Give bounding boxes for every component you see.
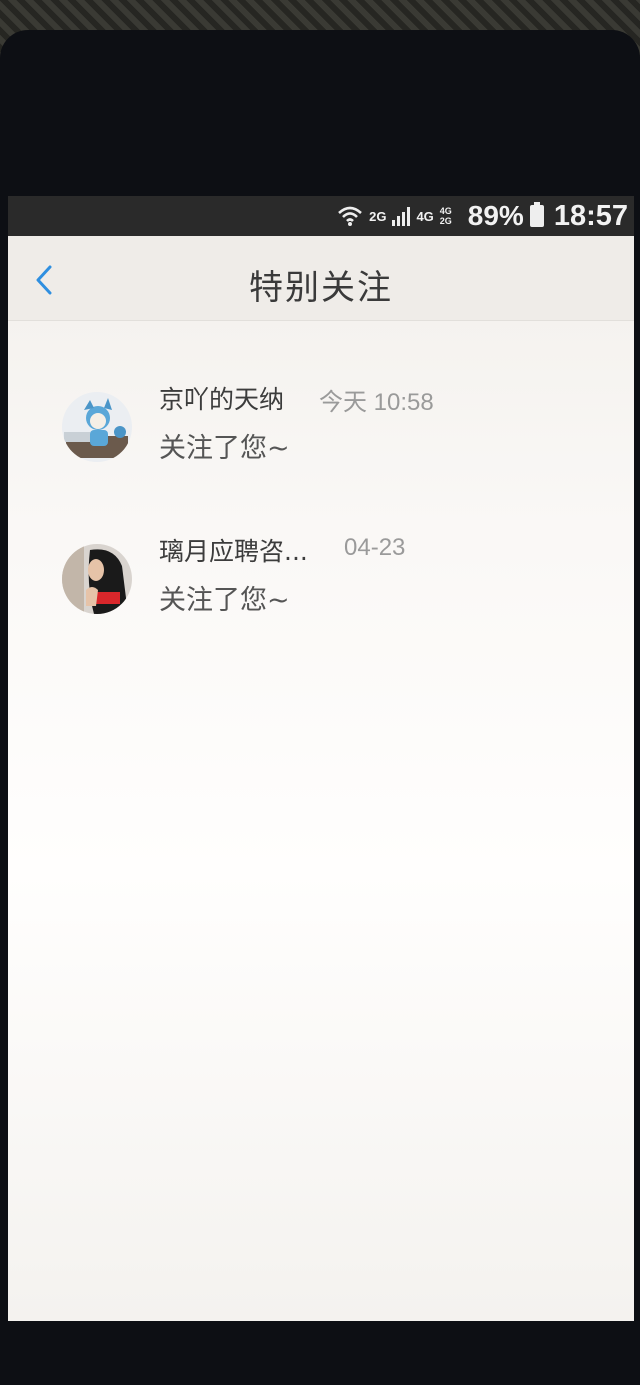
page-title: 特别关注 (249, 268, 393, 308)
navigation-bar: 特别关注 (8, 236, 634, 321)
follow-list: 京吖的天纳 今天 10:58 关注了您~ 璃月应聘咨... 04-23 关注了您… (8, 326, 634, 630)
status-bar: 2G 4G 4G 2G 89% 18:57 (8, 196, 634, 236)
avatar[interactable] (62, 392, 132, 462)
list-item[interactable]: 璃月应聘咨... 04-23 关注了您~ (8, 478, 634, 630)
avatar[interactable] (62, 544, 132, 614)
network-4g-label: 4G (416, 208, 434, 224)
phone-screen: 2G 4G 4G 2G 89% 18:57 特别关注 京吖的天纳 今天 10:5… (8, 196, 634, 1321)
contact-name: 璃月应聘咨... (159, 537, 308, 566)
message-preview: 关注了您~ (159, 585, 290, 616)
timestamp: 今天 10:58 (319, 389, 434, 416)
battery-percent: 89% (467, 200, 524, 231)
message-preview: 关注了您~ (159, 433, 290, 464)
status-clock: 18:57 (553, 199, 628, 232)
list-item[interactable]: 京吖的天纳 今天 10:58 关注了您~ (8, 326, 634, 478)
signal-icon (392, 206, 411, 226)
battery-icon (529, 202, 544, 227)
timestamp: 04-23 (344, 534, 406, 561)
network-dual-label: 4G 2G (439, 206, 452, 226)
contact-name: 京吖的天纳 (159, 385, 285, 414)
network-2g-label: 2G (369, 208, 387, 224)
wifi-icon (337, 205, 363, 227)
